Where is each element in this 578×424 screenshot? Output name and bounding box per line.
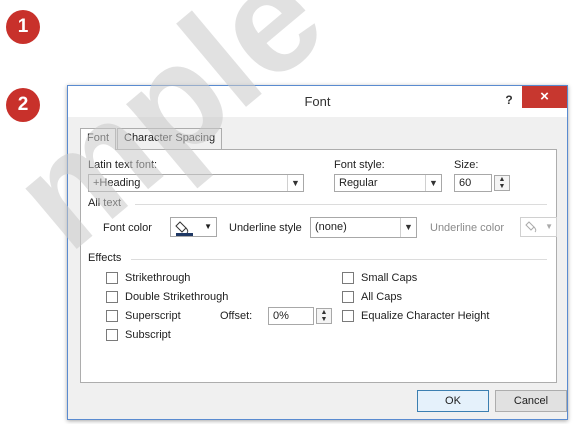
callout-1: 1 bbox=[6, 10, 40, 44]
font-color-picker[interactable]: ▼ bbox=[170, 217, 217, 237]
cancel-button[interactable]: Cancel bbox=[495, 390, 567, 412]
superscript-label: Superscript bbox=[125, 310, 181, 322]
spin-down-icon[interactable]: ▼ bbox=[317, 316, 331, 323]
underline-color-picker: ▼ bbox=[520, 217, 557, 237]
small-caps-checkbox[interactable] bbox=[342, 272, 354, 284]
all-text-divider bbox=[135, 204, 547, 205]
superscript-checkbox[interactable] bbox=[106, 310, 118, 322]
spin-up-icon[interactable]: ▲ bbox=[495, 176, 509, 183]
effects-divider bbox=[131, 259, 547, 260]
title-bar: Font ? × bbox=[68, 86, 567, 117]
equalize-height-label: Equalize Character Height bbox=[361, 310, 490, 322]
paint-bucket-icon bbox=[175, 221, 193, 236]
chevron-down-icon[interactable]: ▼ bbox=[204, 222, 212, 231]
underline-style-value: (none) bbox=[315, 221, 347, 233]
underline-color-label: Underline color bbox=[430, 222, 504, 234]
font-style-combo[interactable]: Regular ▼ bbox=[334, 174, 442, 192]
callout-2: 2 bbox=[6, 88, 40, 122]
dialog-title: Font bbox=[304, 94, 331, 109]
latin-font-combo[interactable]: +Heading ▼ bbox=[88, 174, 304, 192]
chevron-down-icon: ▼ bbox=[545, 222, 553, 231]
effects-group-label: Effects bbox=[88, 252, 122, 264]
help-button[interactable]: ? bbox=[498, 90, 520, 110]
offset-spinner[interactable]: ▲ ▼ bbox=[316, 308, 332, 324]
tab-font-label: Font bbox=[87, 132, 110, 144]
offset-input[interactable]: 0% bbox=[268, 307, 314, 325]
font-style-value: Regular bbox=[339, 177, 378, 189]
equalize-height-checkbox[interactable] bbox=[342, 310, 354, 322]
subscript-checkbox[interactable] bbox=[106, 329, 118, 341]
all-text-group-label: All text bbox=[88, 197, 122, 209]
font-tab-panel: Latin text font: Font style: Size: +Head… bbox=[80, 149, 557, 383]
strikethrough-checkbox[interactable] bbox=[106, 272, 118, 284]
double-strikethrough-checkbox[interactable] bbox=[106, 291, 118, 303]
size-input[interactable]: 60 bbox=[454, 174, 492, 192]
latin-font-label: Latin text font: bbox=[88, 159, 158, 171]
ok-button[interactable]: OK bbox=[417, 390, 489, 412]
chevron-down-icon[interactable]: ▼ bbox=[287, 175, 303, 191]
latin-font-value: +Heading bbox=[93, 177, 141, 189]
font-dialog: Font ? × Font Character Spacing Latin te… bbox=[67, 85, 568, 420]
font-color-label: Font color bbox=[103, 222, 152, 234]
size-label: Size: bbox=[454, 159, 479, 171]
size-spinner[interactable]: ▲ ▼ bbox=[494, 175, 510, 191]
chevron-down-icon[interactable]: ▼ bbox=[425, 175, 441, 191]
spin-up-icon[interactable]: ▲ bbox=[317, 309, 331, 316]
all-caps-checkbox[interactable] bbox=[342, 291, 354, 303]
tab-character-spacing-label: Character Spacing bbox=[124, 132, 216, 144]
paint-bucket-icon bbox=[525, 221, 537, 233]
underline-style-combo[interactable]: (none) ▼ bbox=[310, 217, 417, 238]
tab-font[interactable]: Font bbox=[80, 128, 117, 150]
close-button[interactable]: × bbox=[522, 86, 567, 108]
spin-down-icon[interactable]: ▼ bbox=[495, 183, 509, 190]
subscript-label: Subscript bbox=[125, 329, 171, 341]
offset-value: 0% bbox=[273, 310, 289, 322]
strikethrough-label: Strikethrough bbox=[125, 272, 191, 284]
underline-style-label: Underline style bbox=[229, 222, 302, 234]
size-value: 60 bbox=[459, 177, 472, 189]
all-caps-label: All Caps bbox=[361, 291, 402, 303]
small-caps-label: Small Caps bbox=[361, 272, 418, 284]
double-strikethrough-label: Double Strikethrough bbox=[125, 291, 229, 303]
offset-label: Offset: bbox=[220, 310, 253, 322]
tab-character-spacing[interactable]: Character Spacing bbox=[117, 128, 223, 149]
font-style-label: Font style: bbox=[334, 159, 385, 171]
chevron-down-icon[interactable]: ▼ bbox=[400, 218, 416, 237]
